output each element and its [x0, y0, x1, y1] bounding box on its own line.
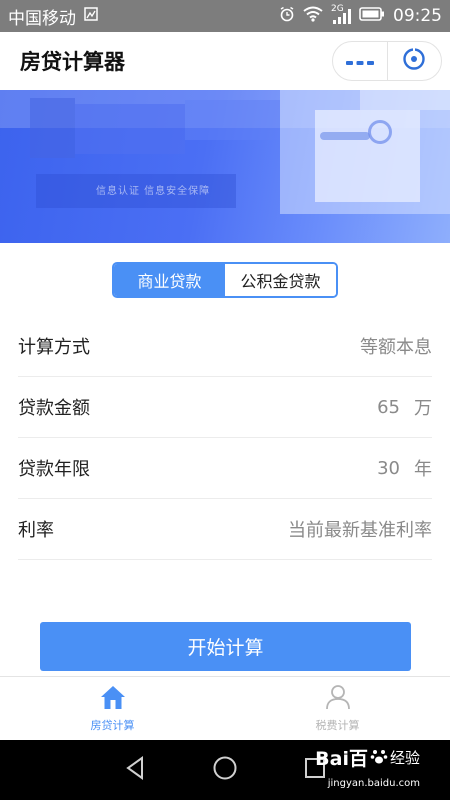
loan-term-label: 贷款年限	[18, 459, 90, 480]
back-triangle-icon	[124, 756, 146, 784]
interest-rate-row[interactable]: 利率 当前最新基准利率	[18, 499, 432, 560]
interest-rate-value: 当前最新基准利率	[288, 520, 432, 541]
app-header: 房贷计算器	[0, 32, 450, 90]
loan-amount-label: 贷款金额	[18, 398, 90, 419]
calc-method-value: 等额本息	[360, 337, 432, 358]
close-button[interactable]	[388, 42, 442, 80]
baidu-jingyan-watermark: Bai百 经验	[315, 744, 420, 771]
loan-term-value: 30 年	[377, 455, 432, 481]
home-icon	[99, 684, 127, 714]
watermark-brand: Bai百	[315, 748, 368, 770]
loan-amount-value: 65 万	[377, 394, 432, 420]
loan-term-unit: 年	[414, 459, 432, 480]
calc-method-label: 计算方式	[18, 337, 90, 358]
paw-icon	[370, 747, 388, 769]
home-nav-button[interactable]	[205, 750, 245, 790]
bottom-tab-bar: 房贷计算 税费计算	[0, 676, 450, 740]
loan-form: 计算方式 等额本息 贷款金额 65 万 贷款年限 30 年 利率 当前最新基准利…	[18, 316, 432, 560]
tab-commercial-loan[interactable]: 商业贷款	[114, 264, 225, 296]
target-close-icon	[402, 47, 426, 75]
wifi-icon	[303, 6, 323, 27]
tab-mortgage-calc-label: 房贷计算	[90, 719, 135, 732]
more-button[interactable]	[333, 42, 387, 80]
tab-mortgage-calc[interactable]: 房贷计算	[0, 677, 225, 740]
tab-provident-fund-loan[interactable]: 公积金贷款	[225, 264, 336, 296]
alarm-icon	[279, 6, 295, 27]
screenshot-icon	[84, 6, 98, 26]
miniprogram-capsule	[332, 41, 442, 81]
loan-amount-input[interactable]: 65	[377, 397, 400, 418]
loan-term-input[interactable]: 30	[377, 458, 400, 479]
clock-time: 09:25	[393, 6, 442, 26]
battery-icon	[359, 6, 385, 26]
home-circle-icon	[212, 755, 238, 785]
carrier-name: 中国移动	[8, 8, 76, 29]
tab-tax-calc[interactable]: 税费计算	[225, 677, 450, 740]
watermark-jingyan: 经验	[389, 749, 420, 767]
page-title: 房贷计算器	[20, 50, 125, 74]
loan-type-tabs: 商业贷款 公积金贷款	[112, 262, 338, 298]
back-nav-button[interactable]	[115, 750, 155, 790]
loan-amount-row[interactable]: 贷款金额 65 万	[18, 377, 432, 438]
loan-term-row[interactable]: 贷款年限 30 年	[18, 438, 432, 499]
calc-method-row[interactable]: 计算方式 等额本息	[18, 316, 432, 377]
status-bar: 中国移动 2G 09:25	[0, 0, 450, 32]
interest-rate-label: 利率	[18, 520, 54, 541]
watermark-url: jingyan.baidu.com	[327, 778, 420, 789]
tab-tax-calc-label: 税费计算	[315, 719, 360, 732]
promo-banner[interactable]: 信息认证 信息安全保障	[0, 90, 450, 243]
loan-amount-unit: 万	[414, 398, 432, 419]
start-calculation-button[interactable]: 开始计算	[40, 622, 411, 671]
person-icon	[324, 684, 352, 714]
signal-icon: 2G	[331, 5, 351, 25]
banner-caption: 信息认证 信息安全保障	[96, 186, 211, 197]
dots-icon	[345, 52, 375, 71]
